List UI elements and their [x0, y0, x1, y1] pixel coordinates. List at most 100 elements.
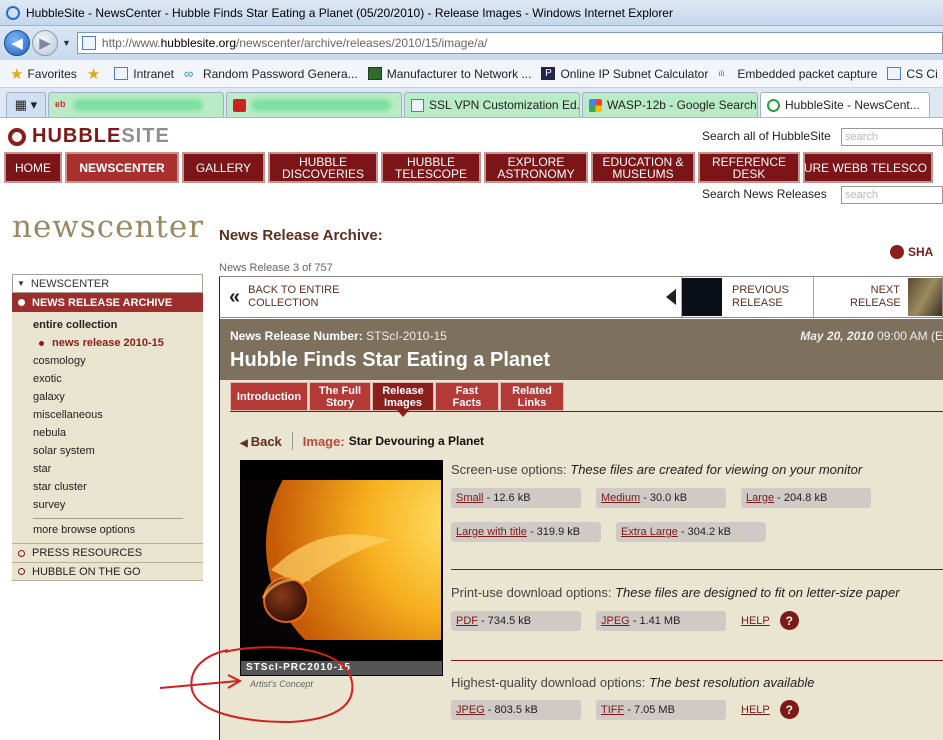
fav-link-packet-capture[interactable]: ılı Embedded packet capture [718, 67, 877, 81]
hubble-logo-icon [8, 127, 26, 146]
leftnav-item-galaxy[interactable]: galaxy [12, 388, 203, 406]
back-link[interactable]: Back [240, 434, 282, 449]
tab-ssl-vpn[interactable]: SSL VPN Customization Ed... [404, 92, 580, 117]
release-tabs: Introduction The Full Story Release Imag… [230, 382, 565, 417]
leftnav-entire-collection[interactable]: entire collection [12, 316, 203, 334]
option-link[interactable]: Large [746, 492, 774, 504]
screen-opt-medium[interactable]: Medium - 30.0 kB [596, 488, 726, 508]
logo-text-b: SITE [121, 125, 170, 147]
nav-future-webb[interactable]: THE FUTURE WEBB TELESCO [803, 152, 933, 183]
history-dropdown-icon[interactable]: ▼ [62, 38, 71, 48]
tab-introduction[interactable]: Introduction [230, 382, 308, 411]
circle-bullet-icon [18, 549, 25, 557]
back-arrow-icon[interactable]: ◀ [4, 30, 30, 56]
help-question-icon[interactable]: ? [779, 611, 799, 630]
leftnav-item-survey[interactable]: survey [12, 496, 203, 514]
tab-related-links[interactable]: Related Links [500, 382, 564, 411]
option-link[interactable]: Small [456, 492, 484, 504]
option-link[interactable]: PDF [456, 615, 478, 627]
image-preview[interactable]: STScI-PRC2010-15 [240, 460, 443, 676]
leftnav-item-miscellaneous[interactable]: miscellaneous [12, 406, 203, 424]
leftnav-press-resources[interactable]: PRESS RESOURCES [12, 543, 203, 562]
address-bar[interactable]: http://www. hubblesite.org/newscenter/arc… [76, 32, 943, 54]
screen-opt-large[interactable]: Large - 204.8 kB [741, 488, 871, 508]
previous-release-link[interactable]: PREVIOUS RELEASE [666, 277, 813, 317]
forward-arrow-icon[interactable]: ▶ [32, 30, 58, 56]
hq-opt-jpeg[interactable]: JPEG - 803.5 kB [451, 700, 581, 720]
favorites-bar: ★ Favorites ★ Intranet ∞ Random Password G… [0, 60, 943, 88]
loading-icon [767, 98, 780, 112]
tab-label: SSL VPN Customization Ed... [429, 98, 580, 112]
tab-full-story[interactable]: The Full Story [309, 382, 371, 411]
leftnav-item-solar-system[interactable]: solar system [12, 442, 203, 460]
print-opt-jpeg[interactable]: JPEG - 1.41 MB [596, 611, 726, 631]
screen-opt-large-title[interactable]: Large with title - 319.9 kB [451, 522, 601, 542]
hubblesite-logo[interactable]: HUBBLE SITE [8, 125, 170, 148]
release-number: News Release Number: STScI-2010-15 [230, 329, 447, 343]
fav-link-label: Embedded packet capture [737, 66, 878, 81]
fav-link-label: CS Ci [906, 66, 938, 81]
option-link[interactable]: TIFF [601, 704, 624, 716]
nav-reference-desk[interactable]: REFERENCE DESK [698, 152, 800, 183]
nav-newscenter[interactable]: NEWSCENTER [65, 152, 179, 183]
screen-opt-small[interactable]: Small - 12.6 kB [451, 488, 581, 508]
double-chevron-left-icon: « [229, 285, 241, 308]
leftnav-item-nebula[interactable]: nebula [12, 424, 203, 442]
print-help-link[interactable]: HELP? [741, 611, 799, 630]
fav-link-intranet[interactable]: Intranet [114, 67, 174, 81]
share-button[interactable]: SHA [890, 245, 933, 259]
option-link[interactable]: JPEG [601, 615, 630, 627]
tab-youtube[interactable] [226, 92, 402, 117]
hq-help-link[interactable]: HELP? [741, 700, 799, 719]
tab-wasp-google[interactable]: WASP-12b - Google Search [582, 92, 758, 117]
tab-ebay[interactable]: eb [48, 92, 224, 117]
fav-link-cs[interactable]: CS Ci [887, 66, 938, 81]
fav-link-manufacturer[interactable]: Manufacturer to Network ... [367, 67, 531, 81]
leftnav-more-browse[interactable]: more browse options [12, 521, 203, 539]
search-news-input[interactable]: search [841, 186, 943, 204]
nav-home[interactable]: HOME [4, 152, 62, 183]
leftnav-item-cosmology[interactable]: cosmology [12, 352, 203, 370]
leftnav-item-star[interactable]: star [12, 460, 203, 478]
leftnav-hubble-on-the-go[interactable]: HUBBLE ON THE GO [12, 562, 203, 581]
tab-release-images[interactable]: Release Images [372, 382, 434, 417]
page-icon [411, 98, 424, 112]
leftnav-news-release-archive[interactable]: NEWS RELEASE ARCHIVE [12, 293, 203, 312]
tab-hubblesite[interactable]: HubbleSite - NewsCent... [760, 92, 930, 117]
add-favorite-button[interactable]: ★ [87, 65, 104, 83]
fav-link-label: Intranet [133, 66, 174, 81]
fav-link-random-password[interactable]: ∞ Random Password Genera... [184, 67, 358, 81]
nav-education-museums[interactable]: EDUCATION & MUSEUMS [591, 152, 695, 183]
help-label: HELP [741, 703, 770, 716]
nav-hubble-discoveries[interactable]: HUBBLE DISCOVERIES [268, 152, 378, 183]
option-link[interactable]: Medium [601, 492, 640, 504]
nav-explore-astronomy[interactable]: EXPLORE ASTRONOMY [484, 152, 588, 183]
hq-opt-tiff[interactable]: TIFF - 7.05 MB [596, 700, 726, 720]
option-link[interactable]: Extra Large [621, 526, 678, 538]
tab-fast-facts[interactable]: Fast Facts [435, 382, 499, 411]
release-title: Hubble Finds Star Eating a Planet [230, 349, 551, 371]
image-title-bar: Back Image: Star Devouring a Planet [240, 432, 484, 450]
option-link[interactable]: JPEG [456, 704, 485, 716]
image-label: Image: [302, 433, 345, 449]
print-opt-pdf[interactable]: PDF - 734.5 kB [451, 611, 581, 631]
option-link[interactable]: Large with title [456, 526, 527, 538]
next-release-link[interactable]: NEXT RELEASE [813, 277, 942, 317]
fav-link-subnet[interactable]: P Online IP Subnet Calculator [541, 67, 708, 81]
search-news-label: Search News Releases [702, 187, 827, 201]
next-release-label: NEXT RELEASE [850, 284, 901, 309]
quick-tabs-button[interactable]: ▦ ▾ [6, 92, 46, 117]
nav-gallery[interactable]: GALLERY [182, 152, 265, 183]
leftnav-active-label: NEWS RELEASE ARCHIVE [32, 296, 173, 309]
back-to-collection-link[interactable]: « BACK TO ENTIRE COLLECTION [219, 277, 681, 317]
network-icon [367, 67, 382, 80]
nav-hubble-telescope[interactable]: HUBBLE TELESCOPE [381, 152, 481, 183]
leftnav-item-star-cluster[interactable]: star cluster [12, 478, 203, 496]
help-question-icon[interactable]: ? [779, 700, 799, 719]
leftnav-item-exotic[interactable]: exotic [12, 370, 203, 388]
leftnav-newscenter[interactable]: ▼ NEWSCENTER [12, 274, 203, 293]
leftnav-current-release[interactable]: news release 2010-15 [12, 334, 203, 352]
screen-opt-extra-large[interactable]: Extra Large - 304.2 kB [616, 522, 766, 542]
favorites-button[interactable]: ★ Favorites [10, 65, 77, 83]
search-all-input[interactable]: search [841, 128, 943, 146]
